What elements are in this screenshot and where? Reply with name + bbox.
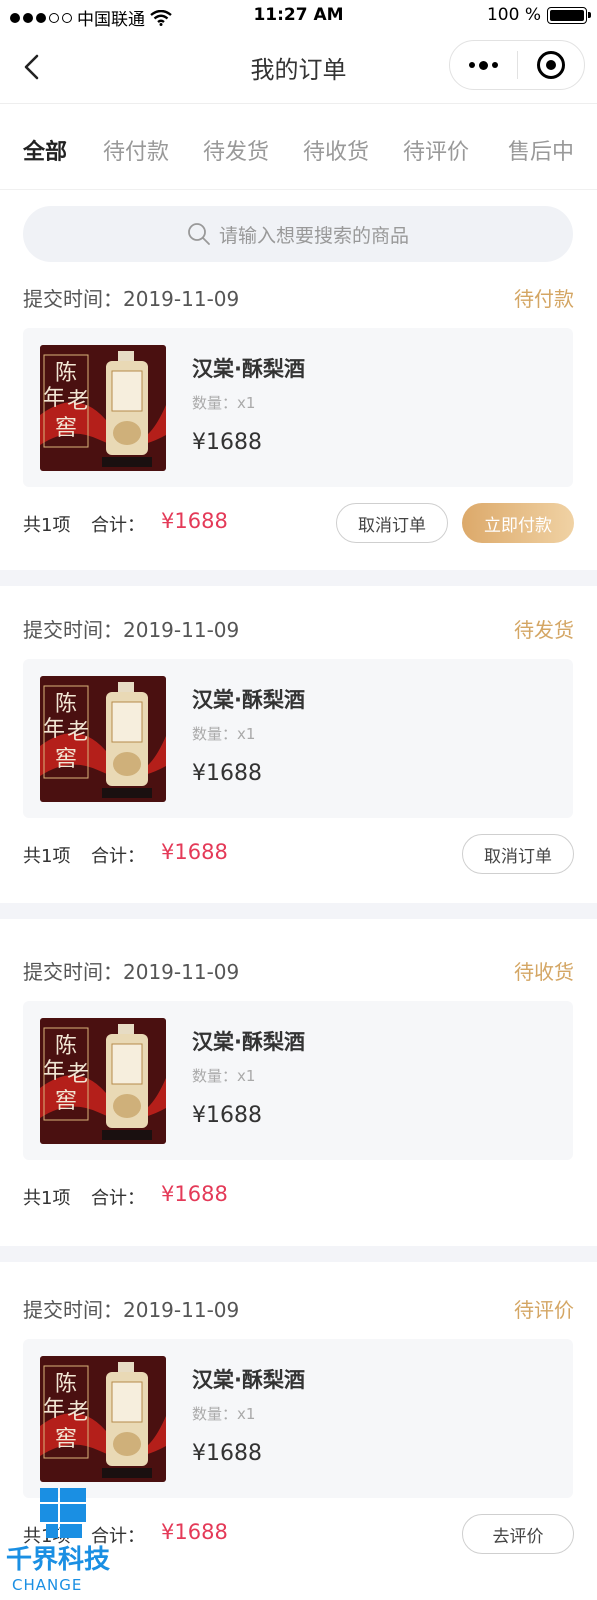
order-header: 提交时间：2019-11-09 待评价 bbox=[23, 1294, 574, 1324]
product-item[interactable]: 陈 年 老 窖 汉棠·酥梨酒 数量：x1 ¥1688 bbox=[23, 328, 573, 487]
svg-text:陈: 陈 bbox=[55, 1034, 77, 1059]
product-price: ¥1688 bbox=[192, 1103, 262, 1128]
search-icon bbox=[188, 223, 210, 245]
tab-pending-receipt[interactable]: 待收货 bbox=[303, 134, 369, 166]
svg-text:窖: 窖 bbox=[55, 747, 77, 772]
section-divider bbox=[0, 570, 597, 586]
order-tabs: 全部 待付款 待发货 待收货 待评价 售后中 bbox=[0, 104, 597, 190]
svg-text:老: 老 bbox=[67, 1062, 89, 1087]
svg-text:窖: 窖 bbox=[55, 1089, 77, 1114]
product-quantity: 数量：x1 bbox=[192, 725, 256, 743]
battery-percent: 100 % bbox=[486, 5, 541, 25]
product-price: ¥1688 bbox=[192, 1441, 262, 1466]
nav-bar: 我的订单 bbox=[0, 32, 597, 104]
product-quantity: 数量：x1 bbox=[192, 1405, 256, 1423]
product-name: 汉棠·酥梨酒 bbox=[192, 1030, 305, 1054]
product-name: 汉棠·酥梨酒 bbox=[192, 1368, 305, 1392]
svg-text:陈: 陈 bbox=[55, 361, 77, 386]
order-status: 待发货 bbox=[514, 618, 574, 642]
product-price: ¥1688 bbox=[192, 430, 262, 455]
order-status: 待评价 bbox=[514, 1298, 574, 1322]
product-image: 陈 年 老 窖 bbox=[40, 1018, 166, 1144]
svg-text:年: 年 bbox=[43, 386, 65, 411]
svg-text:年: 年 bbox=[43, 1059, 65, 1084]
svg-text:老: 老 bbox=[67, 1400, 89, 1425]
cancel-order-button[interactable]: 取消订单 bbox=[462, 834, 574, 874]
product-image: 陈 年 老 窖 bbox=[40, 345, 166, 471]
svg-text:窖: 窖 bbox=[55, 416, 77, 441]
tab-after-sales[interactable]: 售后中 bbox=[508, 134, 574, 166]
item-count: 共1项 bbox=[23, 846, 71, 867]
more-button[interactable] bbox=[450, 41, 517, 89]
section-divider bbox=[0, 1246, 597, 1262]
order-footer: 共1项 合计： ¥1688 bbox=[23, 1174, 574, 1218]
total-price: ¥1688 bbox=[161, 1182, 228, 1206]
order-status: 待收货 bbox=[514, 960, 574, 984]
product-name: 汉棠·酥梨酒 bbox=[192, 688, 305, 712]
search-placeholder: 请输入想要搜索的商品 bbox=[218, 224, 409, 247]
tab-all[interactable]: 全部 bbox=[23, 134, 67, 166]
order-time: 提交时间：2019-11-09 bbox=[23, 287, 240, 311]
total-label: 合计： bbox=[91, 846, 145, 867]
review-button[interactable]: 去评价 bbox=[462, 1514, 574, 1554]
total-label: 合计： bbox=[91, 515, 145, 536]
svg-text:陈: 陈 bbox=[55, 1372, 77, 1397]
order-time: 提交时间：2019-11-09 bbox=[23, 1298, 240, 1322]
order-header: 提交时间：2019-11-09 待发货 bbox=[23, 614, 574, 644]
item-count: 共1项 bbox=[23, 1188, 71, 1209]
svg-text:老: 老 bbox=[67, 389, 89, 414]
order-time: 提交时间：2019-11-09 bbox=[23, 960, 240, 984]
svg-text:老: 老 bbox=[67, 720, 89, 745]
status-right: 100 % bbox=[486, 5, 591, 25]
cancel-order-button[interactable]: 取消订单 bbox=[336, 503, 448, 543]
order-header: 提交时间：2019-11-09 待付款 bbox=[23, 283, 574, 313]
section-divider bbox=[0, 903, 597, 919]
product-quantity: 数量：x1 bbox=[192, 394, 256, 412]
product-quantity: 数量：x1 bbox=[192, 1067, 256, 1085]
product-item[interactable]: 陈 年 老 窖 汉棠·酥梨酒 数量：x1 ¥1688 bbox=[23, 1001, 573, 1160]
product-price: ¥1688 bbox=[192, 761, 262, 786]
total-price: ¥1688 bbox=[161, 840, 228, 864]
order-status: 待付款 bbox=[514, 287, 574, 311]
pay-now-button[interactable]: 立即付款 bbox=[462, 503, 574, 543]
order-time: 提交时间：2019-11-09 bbox=[23, 618, 240, 642]
item-count: 共1项 bbox=[23, 515, 71, 536]
svg-text:年: 年 bbox=[43, 1397, 65, 1422]
miniprogram-capsule bbox=[449, 40, 585, 90]
target-icon bbox=[536, 51, 565, 79]
product-item[interactable]: 陈 年 老 窖 汉棠·酥梨酒 数量：x1 ¥1688 bbox=[23, 659, 573, 818]
status-bar: 中国联通 11:27 AM 100 % bbox=[0, 0, 597, 32]
tab-pending-shipment[interactable]: 待发货 bbox=[203, 134, 269, 166]
battery-icon bbox=[547, 6, 591, 24]
product-name: 汉棠·酥梨酒 bbox=[192, 357, 305, 381]
product-image: 陈 年 老 窖 bbox=[40, 676, 166, 802]
product-image: 陈 年 老 窖 bbox=[40, 1356, 166, 1482]
total-label: 合计： bbox=[91, 1188, 145, 1209]
order-header: 提交时间：2019-11-09 待收货 bbox=[23, 956, 574, 986]
svg-text:窖: 窖 bbox=[55, 1427, 77, 1452]
tab-pending-review[interactable]: 待评价 bbox=[403, 134, 469, 166]
svg-text:陈: 陈 bbox=[55, 692, 77, 717]
watermark-logo: 千界科技 CHANGE bbox=[6, 1484, 126, 1596]
battery-level bbox=[550, 9, 584, 21]
watermark-text: 千界科技 bbox=[6, 1545, 110, 1575]
close-miniprogram-button[interactable] bbox=[518, 41, 585, 89]
tab-pending-payment[interactable]: 待付款 bbox=[103, 134, 169, 166]
product-item[interactable]: 陈 年 老 窖 汉棠·酥梨酒 数量：x1 ¥1688 bbox=[23, 1339, 573, 1498]
total-price: ¥1688 bbox=[161, 509, 228, 533]
more-dots-icon bbox=[468, 60, 498, 70]
svg-text:年: 年 bbox=[43, 717, 65, 742]
watermark-subtext: CHANGE bbox=[12, 1576, 82, 1594]
order-footer: 共1项 合计： ¥1688 取消订单 bbox=[23, 832, 574, 876]
search-input[interactable]: 请输入想要搜索的商品 bbox=[23, 206, 573, 262]
order-footer: 共1项 合计： ¥1688 取消订单 立即付款 bbox=[23, 501, 574, 545]
total-price: ¥1688 bbox=[161, 1520, 228, 1544]
